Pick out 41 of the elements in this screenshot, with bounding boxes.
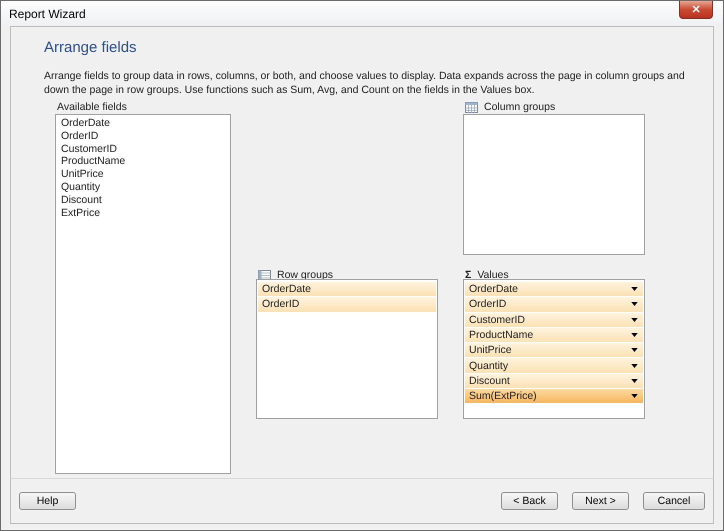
- group-field-item[interactable]: OrderID: [258, 297, 436, 313]
- value-field-item[interactable]: OrderID: [465, 297, 643, 313]
- field-item[interactable]: OrderDate: [57, 117, 229, 130]
- field-item[interactable]: UnitPrice: [57, 168, 229, 181]
- field-item[interactable]: ProductName: [57, 155, 229, 168]
- value-field-text: Discount: [469, 374, 510, 387]
- values-label: Values: [477, 269, 509, 281]
- available-fields-list[interactable]: OrderDate OrderID CustomerID ProductName UnitPrice Quantity Discount ExtPrice: [55, 114, 231, 474]
- close-button[interactable]: ✕: [679, 1, 713, 19]
- cancel-button[interactable]: Cancel: [643, 492, 705, 510]
- value-field-text: Quantity: [469, 360, 508, 372]
- value-field-text: Sum(ExtPrice): [469, 390, 537, 402]
- value-field-item[interactable]: OrderDate: [465, 282, 643, 298]
- available-fields-label: Available fields: [57, 101, 127, 113]
- help-button[interactable]: Help: [19, 492, 76, 510]
- description-text: Arrange fields to group data in rows, columns, or both, and choose values to display. Data expands across the page in column groups and down the page in row groups. Use functions such as Sum, Avg, and Count on the fields in the Values box.: [44, 69, 686, 97]
- field-item[interactable]: Discount: [57, 194, 229, 207]
- value-field-item[interactable]: Quantity: [465, 358, 643, 374]
- values-list[interactable]: OrderDate OrderID CustomerID ProductName UnitPrice Quantity Discount Sum(ExtPrice): [463, 279, 645, 419]
- column-groups-label: Column groups: [484, 101, 556, 113]
- window-title: Report Wizard: [9, 7, 86, 21]
- value-field-item[interactable]: CustomerID: [465, 312, 643, 328]
- value-field-item[interactable]: ProductName: [465, 328, 643, 344]
- value-field-text: OrderID: [469, 298, 506, 310]
- value-field-text: OrderDate: [469, 283, 518, 296]
- value-field-text: UnitPrice: [469, 344, 512, 356]
- group-field-item[interactable]: OrderDate: [258, 282, 436, 298]
- back-button[interactable]: < Back: [501, 492, 558, 510]
- next-button[interactable]: Next >: [572, 492, 629, 510]
- field-item[interactable]: CustomerID: [57, 142, 229, 156]
- page-heading: Arrange fields: [44, 39, 138, 56]
- value-field-item[interactable]: Sum(ExtPrice): [465, 389, 643, 404]
- value-field-item[interactable]: UnitPrice: [465, 343, 643, 358]
- sigma-icon: Σ: [465, 269, 472, 281]
- row-groups-list[interactable]: OrderDate OrderID: [256, 279, 438, 419]
- field-item[interactable]: OrderID: [57, 130, 229, 143]
- field-item[interactable]: ExtPrice: [57, 206, 229, 220]
- value-field-text: ProductName: [469, 329, 534, 342]
- field-item[interactable]: Quantity: [57, 180, 229, 194]
- value-field-item[interactable]: Discount: [465, 374, 643, 390]
- value-field-text: CustomerID: [469, 314, 526, 326]
